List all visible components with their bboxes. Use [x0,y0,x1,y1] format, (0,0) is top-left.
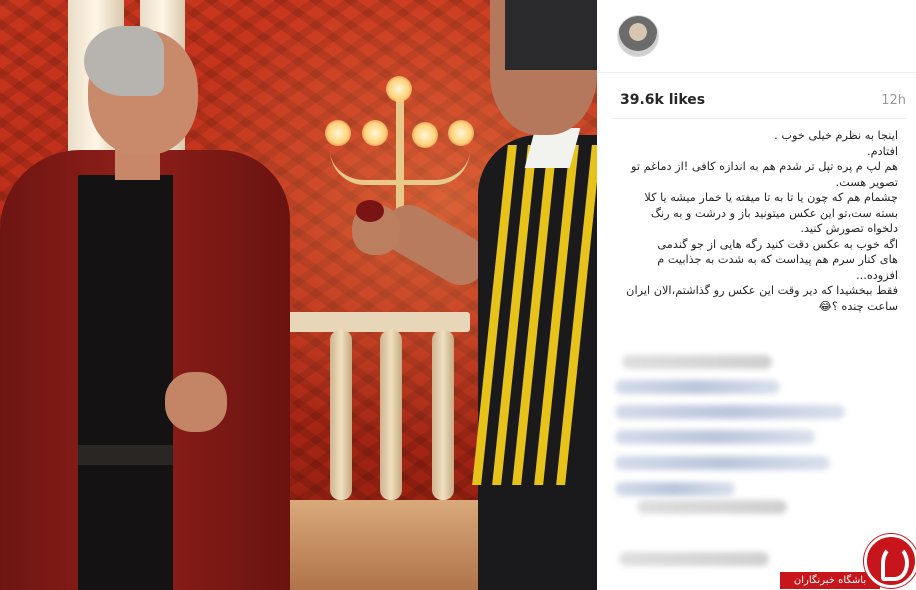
apple [356,200,384,222]
caption-line: اگه خوب به عکس دقت کنید رگه هایی از جو گ… [657,237,898,251]
man-right-vest [478,135,597,590]
logo-icon [864,534,916,588]
post-side-panel: 39.6k likes 12h اینجا به نظرم خیلی خوب .… [597,0,916,590]
caption-line: بسته ست،تو این عکس میتونید باز و درشت و … [650,206,898,220]
watermark-text: باشگاه خبرنگاران [780,572,880,589]
caption-line: اینجا به نظرم خیلی خوب . [774,129,898,142]
caption-line: ساعت چنده ؟😂 [818,299,898,313]
divider [611,118,906,119]
likes-count[interactable]: 39.6k likes [620,92,705,108]
watermark-logo: باشگاه خبرنگاران [780,534,916,590]
post-header [597,0,916,73]
caption-line: تصویر هست. [835,175,898,189]
caption-line: های کنار سرم هم پیداست که به شدت به جذاب… [657,253,898,266]
post-timestamp[interactable]: 12h [881,93,906,108]
avatar[interactable] [617,15,659,57]
caption-line: چشمام هم که چون یا تا به تا میفته یا خما… [644,191,898,204]
caption-line: هم لپ م پره تپل تر شدم هم به اندازه کافی… [631,160,898,173]
caption-line: فقط ببخشیدا که دیر وقت این عکس رو گذاشتم… [626,284,898,297]
caption-line: دلخواه تصورش کنید. [800,222,898,235]
post-caption: اینجا به نظرم خیلی خوب . افتادم. هم لپ م… [613,128,898,314]
post-photo[interactable] [0,0,597,590]
caption-line: افتادم. [866,144,898,158]
caption-line: افزوده... [856,268,898,282]
